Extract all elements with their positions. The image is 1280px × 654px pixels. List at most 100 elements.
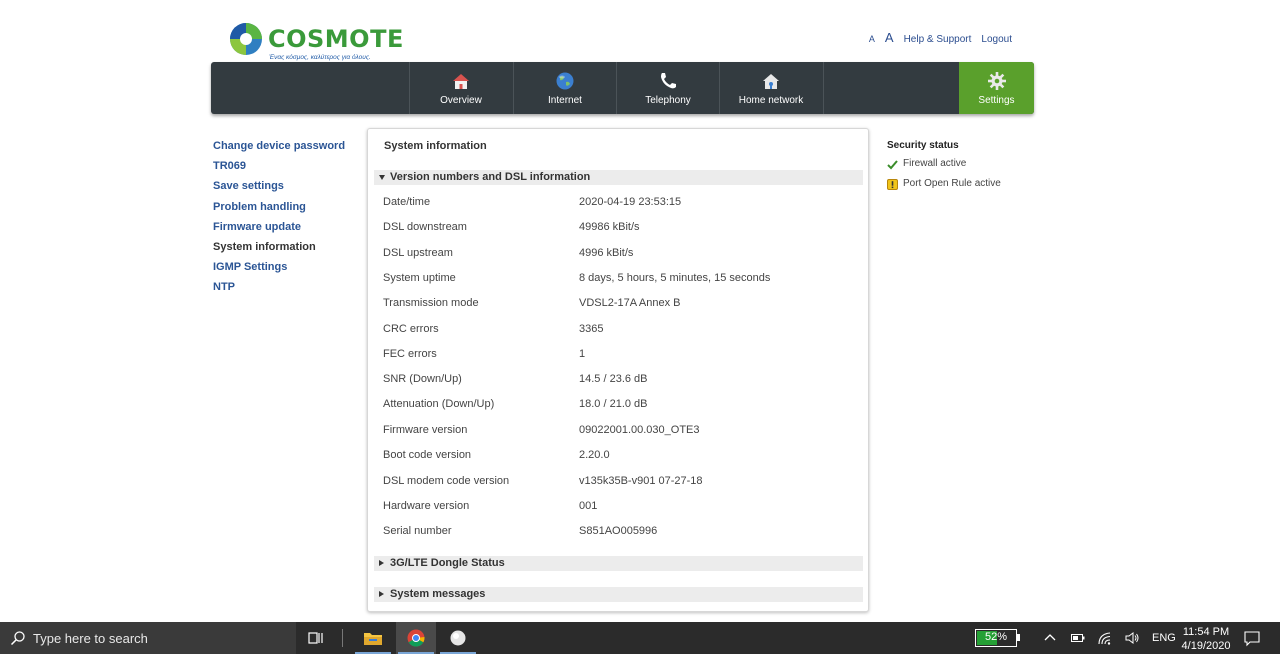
file-explorer-button[interactable] (353, 622, 393, 654)
system-information-panel: System information Version numbers and D… (367, 128, 869, 612)
section-lte-dongle-title: 3G/LTE Dongle Status (390, 557, 505, 569)
row-label: DSL downstream (383, 221, 467, 233)
section-version-dsl-header[interactable]: Version numbers and DSL information (374, 170, 863, 185)
nav-overview-label: Overview (440, 95, 482, 106)
row-label: DSL upstream (383, 247, 453, 259)
help-support-link[interactable]: Help & Support (904, 34, 972, 45)
folder-icon (364, 633, 382, 645)
main-navbar: Overview Internet Telephony Home network… (211, 62, 1034, 114)
info-row: Transmission mode VDSL2-17A Annex B (383, 297, 853, 313)
nav-internet[interactable]: Internet (513, 62, 616, 114)
battery-nub (1017, 634, 1020, 641)
chevron-up-icon[interactable] (1042, 630, 1058, 646)
logout-link[interactable]: Logout (981, 34, 1012, 45)
row-value: 09022001.00.030_OTE3 (579, 424, 700, 436)
section-system-messages-header[interactable]: System messages (374, 587, 863, 602)
row-label: System uptime (383, 272, 456, 284)
nav-telephony[interactable]: Telephony (616, 62, 719, 114)
row-label: Boot code version (383, 449, 472, 461)
row-label: CRC errors (383, 323, 439, 335)
row-value: 2.20.0 (579, 449, 610, 461)
chrome-button[interactable] (396, 622, 436, 654)
font-size-small-link[interactable]: A (869, 34, 875, 44)
task-view-button[interactable] (296, 622, 336, 654)
collapse-arrow-icon (379, 591, 384, 597)
notification-icon[interactable] (1243, 629, 1261, 647)
row-value: VDSL2-17A Annex B (579, 297, 681, 309)
row-label: SNR (Down/Up) (383, 373, 462, 385)
info-row: Firmware version 09022001.00.030_OTE3 (383, 424, 853, 440)
security-status-title: Security status (887, 140, 959, 151)
nav-internet-label: Internet (548, 95, 582, 106)
info-row: DSL modem code version v135k35B-v901 07-… (383, 475, 853, 491)
security-item-label: Firewall active (903, 158, 967, 169)
nav-overview[interactable]: Overview (409, 62, 512, 114)
section-system-messages-title: System messages (390, 588, 486, 600)
menu-tr069[interactable]: TR069 (213, 159, 363, 179)
section-lte-dongle-header[interactable]: 3G/LTE Dongle Status (374, 556, 863, 571)
row-label: FEC errors (383, 348, 437, 360)
logo-text: COSMOTE (268, 25, 404, 53)
info-row: DSL upstream 4996 kBit/s (383, 247, 853, 263)
globe-icon (556, 72, 574, 90)
task-view-icon (308, 632, 323, 644)
panel-title: System information (384, 140, 487, 152)
wifi-icon[interactable] (1097, 630, 1113, 646)
router-admin-page: COSMOTE Ένας κόσμος, καλύτερος για όλους… (0, 0, 1280, 654)
info-row: CRC errors 3365 (383, 323, 853, 339)
taskbar-clock[interactable]: 11:54 PM 4/19/2020 (1180, 625, 1232, 653)
top-links: A A Help & Support Logout (869, 30, 1012, 45)
menu-problem-handling[interactable]: Problem handling (213, 200, 363, 220)
battery-indicator[interactable]: 52% (975, 629, 1020, 647)
battery-tray-icon[interactable] (1070, 630, 1086, 646)
row-label: Firmware version (383, 424, 468, 436)
menu-change-device-password[interactable]: Change device password (213, 139, 363, 159)
row-label: Hardware version (383, 500, 470, 512)
phone-icon (661, 73, 676, 89)
language-indicator[interactable]: ENG (1152, 632, 1176, 644)
warning-icon (887, 179, 898, 190)
row-value: 2020-04-19 23:53:15 (579, 196, 682, 208)
cosmote-logo[interactable]: COSMOTE Ένας κόσμος, καλύτερος για όλους… (229, 22, 403, 64)
home-icon (453, 74, 469, 89)
nav-settings-label: Settings (978, 95, 1015, 106)
clock-date: 4/19/2020 (1181, 640, 1231, 652)
search-icon (10, 631, 25, 646)
settings-left-menu: Change device password TR069 Save settin… (213, 139, 363, 301)
taskbar-divider (339, 622, 347, 654)
row-value: 1 (579, 348, 586, 360)
info-row: SNR (Down/Up) 14.5 / 23.6 dB (383, 373, 853, 389)
taskbar-search-placeholder: Type here to search (33, 631, 148, 646)
security-item-port-open: Port Open Rule active (887, 178, 1087, 198)
row-value: 8 days, 5 hours, 5 minutes, 15 seconds (579, 272, 771, 284)
row-value: v135k35B-v901 07-27-18 (579, 475, 703, 487)
info-row: Boot code version 2.20.0 (383, 449, 853, 465)
chrome-icon (407, 629, 425, 647)
row-label: Attenuation (Down/Up) (383, 398, 495, 410)
app-circle-icon (450, 630, 466, 646)
row-label: Serial number (383, 525, 452, 537)
row-value: 18.0 / 21.0 dB (579, 398, 648, 410)
font-size-large-link[interactable]: A (885, 30, 894, 45)
menu-igmp-settings[interactable]: IGMP Settings (213, 260, 363, 280)
volume-icon[interactable] (1124, 630, 1140, 646)
info-row: System uptime 8 days, 5 hours, 5 minutes… (383, 272, 853, 288)
row-value: S851AO005996 (579, 525, 658, 537)
row-value: 001 (579, 500, 598, 512)
nav-telephony-label: Telephony (645, 95, 691, 106)
expand-arrow-icon (379, 175, 385, 180)
info-row: Serial number S851AO005996 (383, 525, 853, 541)
info-row: Hardware version 001 (383, 500, 853, 516)
row-value: 49986 kBit/s (579, 221, 640, 233)
menu-system-information[interactable]: System information (213, 240, 363, 260)
taskbar-search-box[interactable]: Type here to search (0, 622, 296, 654)
app-button[interactable] (438, 622, 478, 654)
menu-save-settings[interactable]: Save settings (213, 179, 363, 199)
menu-firmware-update[interactable]: Firmware update (213, 220, 363, 240)
nav-settings[interactable]: Settings (959, 62, 1034, 114)
info-row: Attenuation (Down/Up) 18.0 / 21.0 dB (383, 398, 853, 414)
nav-spacer (823, 62, 959, 114)
nav-home-network[interactable]: Home network (719, 62, 822, 114)
clock-time: 11:54 PM (1182, 626, 1230, 638)
menu-ntp[interactable]: NTP (213, 280, 363, 300)
